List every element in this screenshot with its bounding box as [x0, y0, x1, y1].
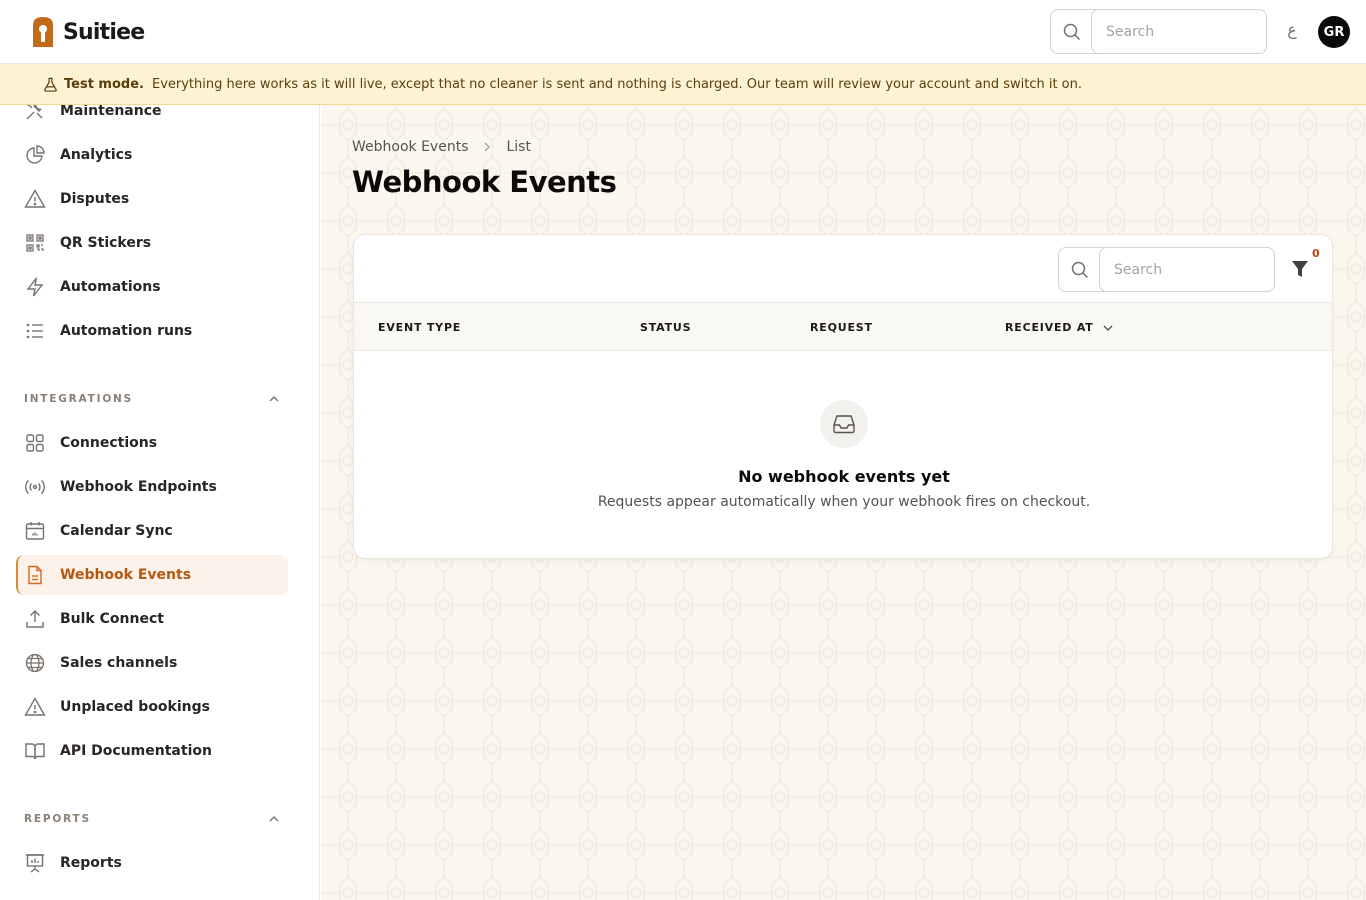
- sidebar-item-calendar-sync[interactable]: Calendar Sync: [16, 511, 288, 551]
- app-name: Suitiee: [63, 19, 145, 45]
- user-avatar[interactable]: GR: [1318, 16, 1350, 48]
- sidebar-item-label: Calendar Sync: [60, 523, 173, 539]
- sidebar-item-api-documentation[interactable]: API Documentation: [16, 731, 288, 771]
- inbox-icon: [833, 415, 855, 434]
- filter-icon: [1292, 261, 1308, 277]
- top-search-input[interactable]: [1091, 9, 1267, 54]
- table-search[interactable]: [1058, 247, 1275, 292]
- sidebar-item-automation-runs[interactable]: Automation runs: [16, 311, 288, 351]
- column-header-status[interactable]: STATUS: [640, 321, 691, 334]
- sidebar-item-disputes[interactable]: Disputes: [16, 179, 288, 219]
- app-logo[interactable]: Suitiee: [30, 16, 145, 48]
- page-title: Webhook Events: [352, 165, 617, 199]
- chevron-down-icon[interactable]: [1102, 322, 1114, 334]
- sidebar-item-qr-stickers[interactable]: QR Stickers: [16, 223, 288, 263]
- sidebar-item-maintenance[interactable]: Maintenance: [16, 105, 288, 131]
- search-icon[interactable]: [1051, 10, 1092, 53]
- empty-state-icon-wrap: [820, 400, 868, 448]
- top-bar: Suitiee ع GR: [0, 0, 1366, 64]
- search-icon[interactable]: [1059, 248, 1100, 291]
- table-search-input[interactable]: [1099, 247, 1275, 292]
- section-integrations-header[interactable]: INTEGRATIONS: [24, 393, 280, 405]
- sidebar-item-label: Reports: [60, 855, 122, 871]
- sidebar-item-label: Automation runs: [60, 323, 193, 339]
- sidebar-item-label: Maintenance: [60, 105, 162, 119]
- sidebar-item-reports[interactable]: Reports: [16, 843, 288, 883]
- flask-icon: [44, 77, 57, 92]
- section-reports-header[interactable]: REPORTS: [24, 813, 280, 825]
- sidebar-item-label: Connections: [60, 435, 158, 451]
- breadcrumb-link[interactable]: Webhook Events: [352, 139, 468, 155]
- breadcrumb-current: List: [506, 139, 531, 155]
- sidebar-item-connections[interactable]: Connections: [16, 423, 288, 463]
- banner-message: Everything here works as it will live, e…: [151, 76, 1083, 92]
- tools-icon: [24, 105, 46, 122]
- sidebar-item-label: Unplaced bookings: [60, 699, 210, 715]
- sidebar-item-unplaced-bookings[interactable]: Unplaced bookings: [16, 687, 288, 727]
- pie-chart-icon: [24, 144, 46, 166]
- column-header-event-type[interactable]: EVENT TYPE: [378, 321, 461, 334]
- keyhole-logo-icon: [33, 17, 53, 47]
- upload-icon: [24, 608, 46, 630]
- sidebar-item-bulk-connect[interactable]: Bulk Connect: [16, 599, 288, 639]
- sidebar: Maintenance Analytics Disputes QR Sticke…: [0, 105, 320, 900]
- broadcast-icon: [24, 476, 46, 498]
- chevron-up-icon[interactable]: [268, 393, 280, 405]
- sidebar-item-label: QR Stickers: [60, 235, 152, 251]
- presentation-icon: [24, 852, 46, 874]
- lightning-icon: [24, 276, 46, 298]
- chevron-up-icon[interactable]: [268, 813, 280, 825]
- sidebar-item-label: Analytics: [60, 147, 133, 163]
- sidebar-item-label: Automations: [60, 279, 161, 295]
- grid-icon: [24, 432, 46, 454]
- sidebar-item-webhook-endpoints[interactable]: Webhook Endpoints: [16, 467, 288, 507]
- document-icon: [24, 564, 46, 586]
- events-table-card: 0 EVENT TYPE STATUS REQUEST RECEIVED AT …: [353, 234, 1333, 559]
- sidebar-item-sales-channels[interactable]: Sales channels: [16, 643, 288, 683]
- section-heading: REPORTS: [24, 813, 91, 825]
- section-heading: INTEGRATIONS: [24, 393, 133, 405]
- top-search[interactable]: [1050, 9, 1267, 54]
- sidebar-item-webhook-events[interactable]: Webhook Events: [16, 555, 288, 595]
- main-content: Webhook Events List Webhook Events 0 EVE…: [321, 105, 1366, 900]
- column-header-label: RECEIVED AT: [1005, 321, 1094, 334]
- filter-button[interactable]: [1288, 257, 1312, 281]
- sidebar-item-label: Webhook Events: [60, 567, 192, 583]
- table-header: EVENT TYPE STATUS REQUEST RECEIVED AT: [354, 302, 1332, 351]
- warning-icon: [24, 696, 46, 718]
- sidebar-item-label: Webhook Endpoints: [60, 479, 217, 495]
- column-header-request[interactable]: REQUEST: [810, 321, 873, 334]
- list-icon: [24, 320, 46, 342]
- sidebar-item-label: Bulk Connect: [60, 611, 164, 627]
- warning-icon: [24, 188, 46, 210]
- sidebar-item-automations[interactable]: Automations: [16, 267, 288, 307]
- sidebar-item-label: Sales channels: [60, 655, 178, 671]
- chevron-right-icon: [482, 141, 492, 153]
- book-icon: [24, 740, 46, 762]
- empty-state-title: No webhook events yet: [738, 467, 950, 486]
- language-toggle[interactable]: ع: [1284, 20, 1300, 39]
- sidebar-item-analytics[interactable]: Analytics: [16, 135, 288, 175]
- calendar-icon: [24, 520, 46, 542]
- filter-count-badge: 0: [1312, 247, 1320, 260]
- breadcrumb: Webhook Events List: [352, 139, 531, 155]
- sidebar-item-label: Disputes: [60, 191, 130, 207]
- empty-state-subtitle: Requests appear automatically when your …: [597, 494, 1091, 510]
- column-header-received-at[interactable]: RECEIVED AT: [1005, 321, 1114, 334]
- banner-title: Test mode.: [64, 76, 144, 92]
- qr-code-icon: [24, 232, 46, 254]
- test-mode-banner: Test mode. Everything here works as it w…: [0, 64, 1366, 105]
- sidebar-item-label: API Documentation: [60, 743, 212, 759]
- globe-icon: [24, 652, 46, 674]
